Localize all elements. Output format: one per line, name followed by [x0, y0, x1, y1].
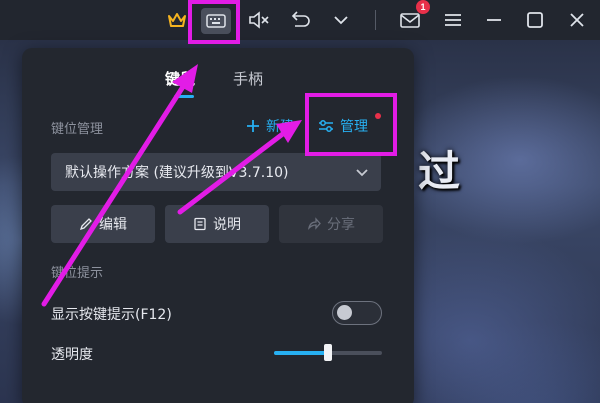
keyboard-icon: [206, 14, 226, 28]
share-label: 分享: [327, 217, 355, 233]
title-bar: 1: [0, 0, 600, 40]
chevron-down-icon[interactable]: [329, 8, 353, 32]
keymap-section-label: 键位管理: [51, 122, 104, 137]
mute-icon[interactable]: [247, 8, 271, 32]
show-hint-label: 显示按键提示(F12): [51, 307, 172, 323]
selected-scheme-text: 默认操作方案 (建议升级到V3.7.10): [65, 165, 289, 181]
manage-keymap-label: 管理: [340, 119, 368, 135]
active-tab-indicator: [174, 95, 194, 98]
toggle-knob: [337, 305, 352, 320]
tab-gamepad[interactable]: 手柄: [233, 68, 263, 89]
hint-section-label: 键位提示: [51, 266, 104, 281]
maximize-icon[interactable]: [523, 8, 547, 32]
tab-keyboard-mouse[interactable]: 键鼠: [165, 68, 195, 89]
edit-button[interactable]: 编辑: [51, 205, 155, 243]
crown-icon[interactable]: [165, 8, 189, 32]
opacity-slider-thumb[interactable]: [324, 344, 332, 361]
show-hint-toggle[interactable]: [332, 301, 382, 325]
notification-badge: 1: [416, 0, 430, 14]
info-button[interactable]: 说明: [165, 205, 269, 243]
background-title-glyph: 过: [418, 147, 463, 196]
sliders-icon: [319, 120, 333, 132]
new-keymap-button[interactable]: 新建: [246, 116, 294, 136]
share-button[interactable]: 分享: [279, 205, 383, 243]
keymap-panel: 键鼠 手柄 键位管理 新建 管理 默认操作方案 (建议升级到V3.7.10) 编…: [22, 48, 414, 403]
edit-label: 编辑: [99, 217, 127, 233]
manage-keymap-button[interactable]: 管理: [318, 116, 368, 136]
opacity-slider[interactable]: [274, 344, 382, 361]
share-icon: [307, 217, 321, 230]
plus-icon: [247, 120, 259, 132]
keymap-scheme-select[interactable]: 默认操作方案 (建议升级到V3.7.10): [51, 153, 381, 191]
close-icon[interactable]: [565, 8, 589, 32]
menu-icon[interactable]: [441, 8, 465, 32]
keyboard-mapping-button[interactable]: [201, 8, 231, 34]
info-label: 说明: [213, 217, 241, 233]
new-keymap-label: 新建: [266, 119, 294, 135]
opacity-label: 透明度: [51, 347, 93, 363]
title-bar-divider: [375, 10, 376, 30]
opacity-slider-fill: [274, 351, 328, 355]
chevron-down-icon: [356, 169, 368, 177]
undo-icon[interactable]: [287, 8, 311, 32]
manage-notification-dot: [375, 113, 381, 119]
minimize-icon[interactable]: [482, 8, 506, 32]
document-icon: [194, 217, 206, 231]
pencil-icon: [79, 218, 92, 231]
